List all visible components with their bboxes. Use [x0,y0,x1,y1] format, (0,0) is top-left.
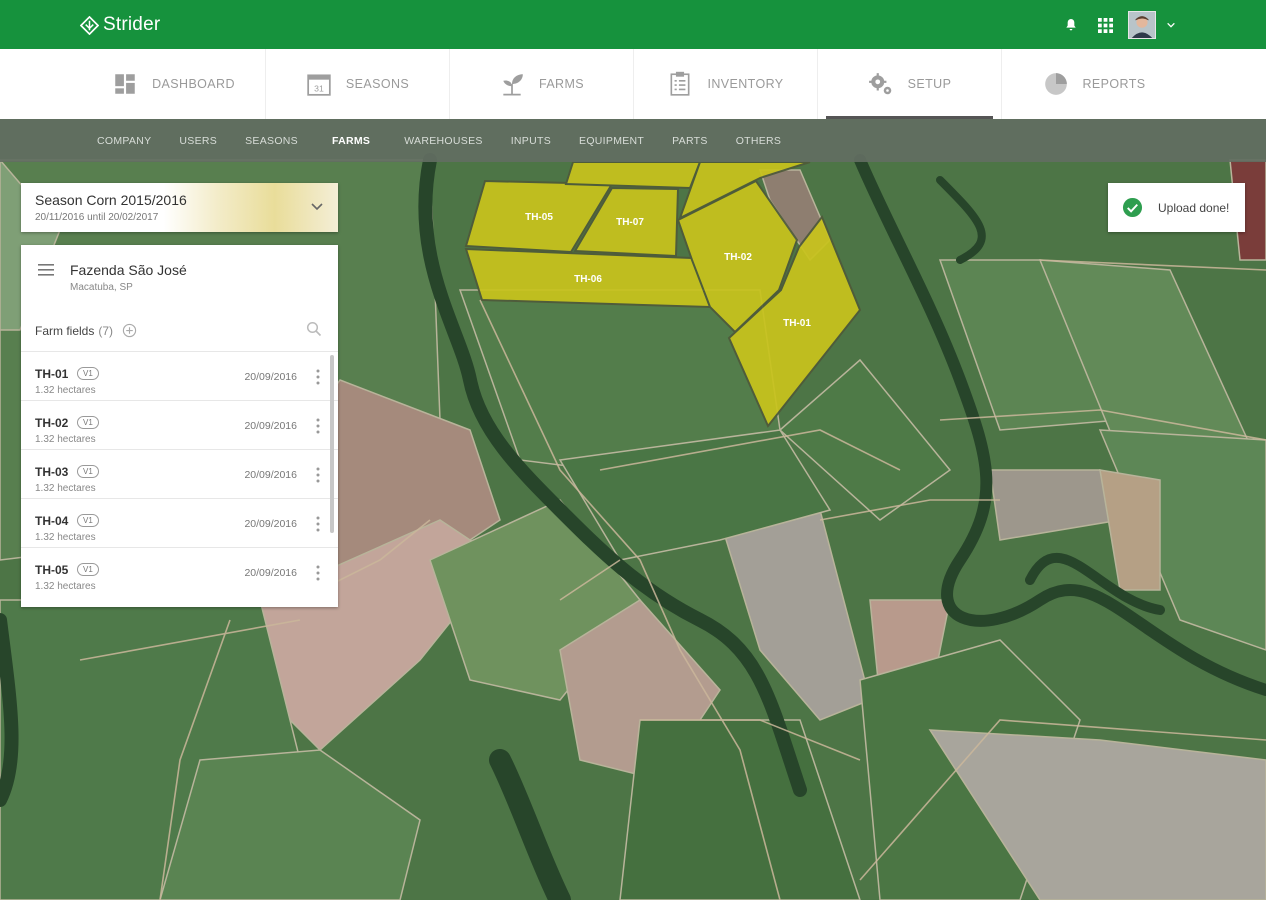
field-list: TH-01 V1 1.32 hectares 20/09/2016 TH-02 … [21,351,338,596]
version-badge: V1 [77,367,99,380]
subnav-parts[interactable]: PARTS [672,135,708,147]
avatar[interactable] [1128,11,1156,39]
field-area: 1.32 hectares [35,483,96,494]
nav-label: FARMS [538,77,585,91]
brand-logo[interactable]: Strider [80,12,160,38]
gears-icon [868,73,891,95]
field-area: 1.32 hectares [35,581,96,592]
field-label-th01: TH-01 [783,318,811,329]
subnav-company[interactable]: COMPANY [97,135,151,147]
season-dates: 20/11/2016 until 20/02/2017 [35,212,159,223]
farm-name: Fazenda São José [70,262,187,278]
field-label-th06: TH-06 [574,274,602,285]
subnav-others[interactable]: OTHERS [736,135,782,147]
field-label-th05: TH-05 [525,212,553,223]
version-badge: V1 [77,514,99,527]
more-vertical-icon[interactable] [316,467,320,483]
field-area: 1.32 hectares [35,434,96,445]
field-date: 20/09/2016 [244,469,297,481]
nav-label: SETUP [907,77,952,91]
more-vertical-icon[interactable] [316,565,320,581]
field-date: 20/09/2016 [244,420,297,432]
header-actions [1060,11,1178,39]
chevron-down-icon[interactable] [310,199,324,213]
nav-inventory[interactable]: INVENTORY [634,49,818,119]
search-icon[interactable] [306,321,322,337]
svg-text:31: 31 [314,84,324,94]
field-name: TH-01 [35,367,69,381]
brand-name: Strider [103,14,161,35]
nav-farms[interactable]: FARMS [450,49,634,119]
nav-dashboard[interactable]: DASHBOARD [82,49,266,119]
chevron-down-icon[interactable] [1164,18,1178,32]
field-row-th04[interactable]: TH-04 V1 1.32 hectares 20/09/2016 [21,498,338,547]
bell-icon[interactable] [1060,14,1082,36]
strider-logo-icon [80,15,99,35]
top-app-bar: Strider [0,0,1266,49]
field-date: 20/09/2016 [244,567,297,579]
menu-icon[interactable] [38,263,54,277]
apps-grid-icon[interactable] [1094,14,1116,36]
farm-panel: Fazenda São José Macatuba, SP Farm field… [21,245,338,607]
version-badge: V1 [77,563,99,576]
field-label-th02: TH-02 [724,252,752,263]
field-row-th01[interactable]: TH-01 V1 1.32 hectares 20/09/2016 [21,351,338,400]
nav-label: DASHBOARD [152,77,235,91]
version-badge: V1 [77,416,99,429]
fields-count: (7) [98,323,114,338]
subnav-warehouses[interactable]: WAREHOUSES [404,135,482,147]
fields-header: Farm fields (7) [35,323,137,338]
field-name: TH-04 [35,514,69,528]
nav-label: REPORTS [1082,77,1146,91]
field-label-th07: TH-07 [616,217,644,228]
subnav-inputs[interactable]: INPUTS [511,135,551,147]
field-name: TH-05 [35,563,69,577]
clipboard-icon [670,71,690,96]
field-date: 20/09/2016 [244,371,297,383]
add-circle-icon[interactable] [122,323,137,338]
upload-toast: Upload done! [1108,183,1245,232]
dashboard-icon [115,74,135,94]
subnav-equipment[interactable]: EQUIPMENT [579,135,644,147]
subnav-users[interactable]: USERS [179,135,217,147]
more-vertical-icon[interactable] [316,418,320,434]
field-area: 1.32 hectares [35,532,96,543]
subnav-seasons[interactable]: SEASONS [245,135,298,147]
field-top-a [564,161,702,190]
farm-location: Macatuba, SP [70,282,133,293]
main-navigation: DASHBOARD 31 SEASONS FARMS INVENTORY SET… [0,49,1266,119]
field-area: 1.32 hectares [35,385,96,396]
field-row-th05[interactable]: TH-05 V1 1.32 hectares 20/09/2016 [21,547,338,596]
field-date: 20/09/2016 [244,518,297,530]
calendar-icon: 31 [307,74,331,96]
season-title: Season Corn 2015/2016 [35,192,187,208]
fields-label: Farm fields [35,323,95,338]
list-scrollbar[interactable] [330,355,334,533]
season-selector[interactable]: Season Corn 2015/2016 20/11/2016 until 2… [21,183,338,232]
version-badge: V1 [77,465,99,478]
sub-navigation: COMPANY USERS SEASONS FARMS WAREHOUSES I… [0,119,1266,162]
field-name: TH-03 [35,465,69,479]
field-name: TH-02 [35,416,69,430]
nav-label: SEASONS [345,77,410,91]
more-vertical-icon[interactable] [316,369,320,385]
field-row-th02[interactable]: TH-02 V1 1.32 hectares 20/09/2016 [21,400,338,449]
nav-seasons[interactable]: 31 SEASONS [266,49,450,119]
field-row-th03[interactable]: TH-03 V1 1.32 hectares 20/09/2016 [21,449,338,498]
nav-setup[interactable]: SETUP [818,49,1002,119]
sprout-icon [503,74,523,96]
toast-message: Upload done! [1158,200,1230,215]
pie-chart-icon [1044,73,1067,95]
check-circle-icon [1122,197,1143,218]
nav-label: INVENTORY [707,77,784,91]
subnav-farms[interactable]: FARMS [332,135,370,147]
nav-reports[interactable]: REPORTS [1002,49,1186,119]
more-vertical-icon[interactable] [316,516,320,532]
